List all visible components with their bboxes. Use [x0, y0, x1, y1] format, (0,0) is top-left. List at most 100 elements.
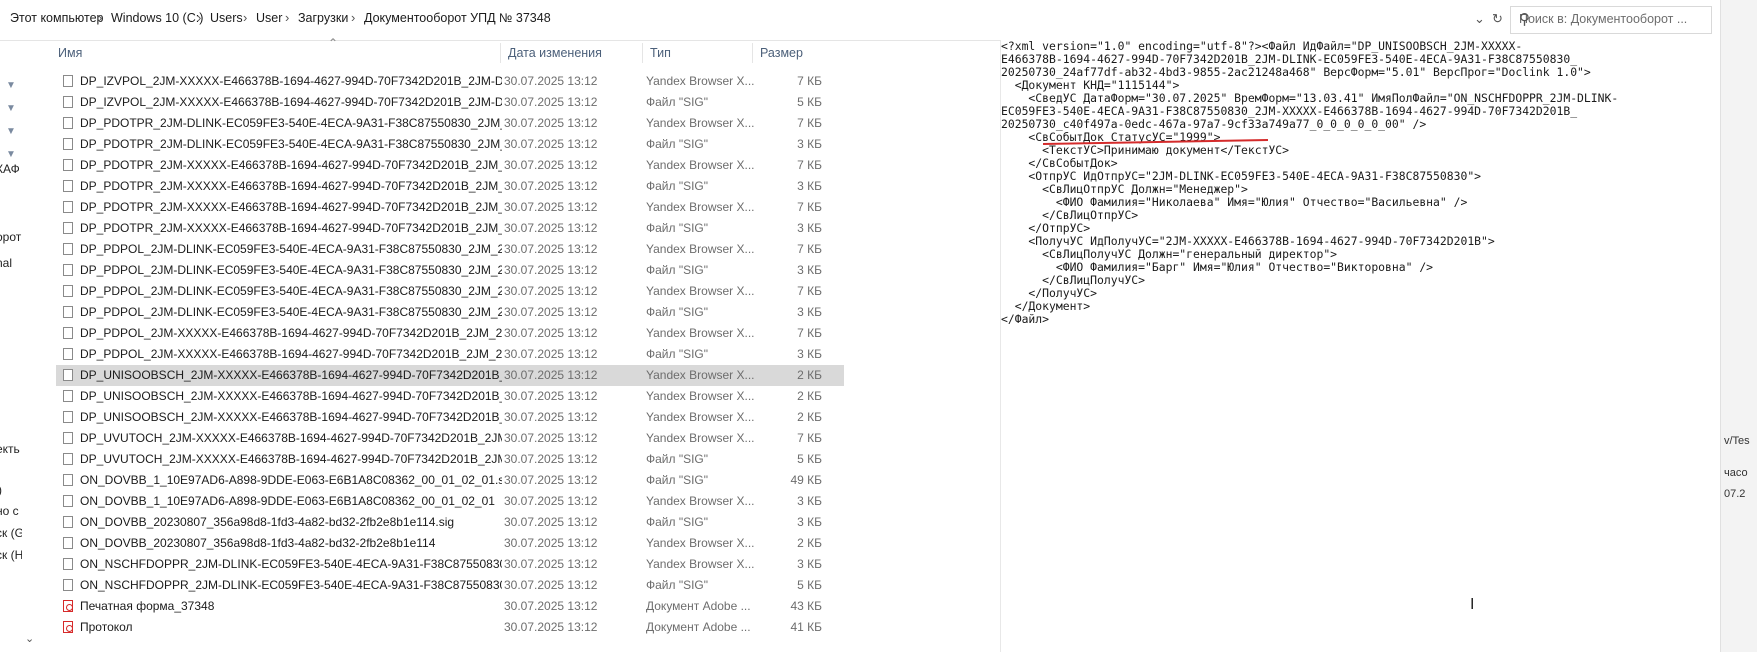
file-name: Печатная форма_37348 — [80, 599, 215, 613]
file-type: Yandex Browser X... — [646, 494, 755, 508]
file-size: 3 КБ — [797, 494, 822, 508]
file-date: 30.07.2025 13:12 — [504, 557, 598, 571]
file-size: 3 КБ — [797, 221, 822, 235]
navigation-pane[interactable]: ▼ ▼ ▼ ▼ КАФ орот nal екть ) но с ск (G с… — [0, 40, 22, 652]
column-divider[interactable] — [500, 43, 501, 63]
nav-item[interactable]: но с — [0, 504, 19, 518]
file-date: 30.07.2025 13:12 — [504, 284, 598, 298]
chevron-down-icon[interactable]: ⌄ — [25, 632, 34, 645]
file-row[interactable]: DP_PDOTPR_2JM-XXXXX-E466378B-1694-4627-9… — [56, 197, 844, 218]
file-row[interactable]: ON_NSCHFDOPPR_2JM-DLINK-EC059FE3-540E-4E… — [56, 554, 844, 575]
pin-icon[interactable]: ▼ — [6, 103, 16, 114]
file-row[interactable]: ON_DOVBB_1_10E97AD6-A898-9DDE-E063-E6B1A… — [56, 470, 844, 491]
file-row[interactable]: Протокол 30.07.2025 13:12 Документ Adobe .… — [56, 617, 844, 638]
file-type: Yandex Browser X... — [646, 200, 755, 214]
column-header-date[interactable]: Дата изменения — [508, 46, 602, 60]
file-type: Yandex Browser X... — [646, 116, 755, 130]
file-type: Yandex Browser X... — [646, 326, 755, 340]
breadcrumb-downloads[interactable]: Загрузки — [298, 11, 348, 25]
nav-item[interactable]: орот — [0, 230, 21, 244]
column-header-type[interactable]: Тип — [650, 46, 671, 60]
file-row[interactable]: DP_IZVPOL_2JM-XXXXX-E466378B-1694-4627-9… — [56, 71, 844, 92]
file-size: 5 КБ — [797, 452, 822, 466]
column-header-name[interactable]: Имя — [58, 46, 82, 60]
pin-icon[interactable]: ▼ — [6, 80, 16, 91]
file-row[interactable]: DP_PDOTPR_2JM-XXXXX-E466378B-1694-4627-9… — [56, 218, 844, 239]
nav-item[interactable]: ск (H — [0, 548, 22, 562]
nav-item[interactable]: ) — [0, 483, 2, 497]
refresh-icon[interactable]: ↻ — [1492, 11, 1503, 27]
breadcrumb-separator[interactable]: › — [243, 10, 247, 25]
breadcrumb-separator[interactable]: › — [98, 10, 102, 25]
file-row[interactable]: DP_UNISOOBSCH_2JM-XXXXX-E466378B-1694-46… — [56, 386, 844, 407]
file-row[interactable]: DP_PDPOL_2JM-XXXXX-E466378B-1694-4627-99… — [56, 344, 844, 365]
file-size: 7 КБ — [797, 116, 822, 130]
file-type: Файл "SIG" — [646, 473, 709, 487]
file-name: DP_PDPOL_2JM-DLINK-EC059FE3-540E-4ECA-9A… — [80, 242, 502, 256]
file-type: Файл "SIG" — [646, 452, 709, 466]
file-row[interactable]: DP_UNISOOBSCH_2JM-XXXXX-E466378B-1694-46… — [56, 407, 844, 428]
file-date: 30.07.2025 13:12 — [504, 599, 598, 613]
file-row[interactable]: DP_PDOTPR_2JM-DLINK-EC059FE3-540E-4ECA-9… — [56, 134, 844, 155]
file-name: ON_NSCHFDOPPR_2JM-DLINK-EC059FE3-540E-4E… — [80, 557, 502, 571]
file-row[interactable]: DP_PDPOL_2JM-DLINK-EC059FE3-540E-4ECA-9A… — [56, 239, 844, 260]
file-icon — [63, 453, 73, 465]
column-divider[interactable] — [752, 43, 753, 63]
breadcrumb-users[interactable]: Users — [210, 11, 243, 25]
file-size: 7 КБ — [797, 158, 822, 172]
file-icon — [63, 264, 73, 276]
breadcrumb-separator[interactable]: › — [285, 10, 289, 25]
search-icon[interactable]: ⚲ — [1519, 10, 1705, 28]
breadcrumb-this-pc[interactable]: Этот компьютер — [10, 11, 103, 25]
background-text: 07.2 — [1724, 488, 1746, 500]
file-row[interactable]: ON_DOVBB_20230807_356a98d8-1fd3-4a82-bd3… — [56, 533, 844, 554]
pin-icon[interactable]: ▼ — [6, 126, 16, 137]
file-row[interactable]: ON_DOVBB_1_10E97AD6-A898-9DDE-E063-E6B1A… — [56, 491, 844, 512]
column-header-size[interactable]: Размер — [760, 46, 803, 60]
file-row[interactable]: ON_NSCHFDOPPR_2JM-DLINK-EC059FE3-540E-4E… — [56, 575, 844, 596]
text-cursor-icon: I — [1470, 596, 1475, 613]
file-row[interactable]: DP_PDPOL_2JM-DLINK-EC059FE3-540E-4ECA-9A… — [56, 302, 844, 323]
file-type: Yandex Browser X... — [646, 158, 755, 172]
file-name: DP_PDOTPR_2JM-XXXXX-E466378B-1694-4627-9… — [80, 179, 502, 193]
file-row[interactable]: DP_UVUTOCH_2JM-XXXXX-E466378B-1694-4627-… — [56, 449, 844, 470]
chevron-down-icon[interactable]: ⌄ — [1474, 11, 1485, 27]
nav-item[interactable]: nal — [0, 256, 12, 270]
nav-item[interactable]: КАФ — [0, 162, 20, 176]
file-row[interactable]: DP_PDOTPR_2JM-XXXXX-E466378B-1694-4627-9… — [56, 155, 844, 176]
file-row[interactable]: DP_UVUTOCH_2JM-XXXXX-E466378B-1694-4627-… — [56, 428, 844, 449]
file-row[interactable]: Печатная форма_37348 30.07.2025 13:12 Доку… — [56, 596, 844, 617]
xml-file-icon — [63, 159, 73, 171]
file-row[interactable]: DP_PDOTPR_2JM-DLINK-EC059FE3-540E-4ECA-9… — [56, 113, 844, 134]
breadcrumb-user[interactable]: User — [256, 11, 282, 25]
column-divider[interactable] — [642, 43, 643, 63]
file-name: DP_PDPOL_2JM-XXXXX-E466378B-1694-4627-99… — [80, 326, 502, 340]
background-window-edge: v/Tes часо 07.2 — [1720, 0, 1757, 652]
file-date: 30.07.2025 13:12 — [504, 74, 598, 88]
breadcrumb-drive[interactable]: Windows 10 (C:) — [111, 11, 203, 25]
file-list[interactable]: DP_IZVPOL_2JM-XXXXX-E466378B-1694-4627-9… — [56, 71, 844, 638]
file-date: 30.07.2025 13:12 — [504, 389, 598, 403]
breadcrumb-separator[interactable]: › — [351, 10, 355, 25]
file-size: 3 КБ — [797, 515, 822, 529]
file-row[interactable]: DP_PDPOL_2JM-XXXXX-E466378B-1694-4627-99… — [56, 323, 844, 344]
file-type: Файл "SIG" — [646, 95, 709, 109]
breadcrumb-current-folder[interactable]: Документооборот УПД № 37348 — [364, 11, 551, 25]
breadcrumb-separator[interactable]: › — [197, 10, 201, 25]
file-row[interactable]: DP_IZVPOL_2JM-XXXXX-E466378B-1694-4627-9… — [56, 92, 844, 113]
xml-file-icon — [63, 411, 73, 423]
nav-item[interactable]: екть — [0, 442, 20, 456]
file-row[interactable]: DP_PDPOL_2JM-DLINK-EC059FE3-540E-4ECA-9A… — [56, 281, 844, 302]
file-row[interactable]: DP_UNISOOBSCH_2JM-XXXXX-E466378B-1694-46… — [56, 365, 844, 386]
pin-icon[interactable]: ▼ — [6, 149, 16, 160]
file-row[interactable]: DP_PDPOL_2JM-DLINK-EC059FE3-540E-4ECA-9A… — [56, 260, 844, 281]
address-bar[interactable]: Этот компьютер › Windows 10 (C:) › Users… — [0, 0, 1757, 41]
file-row[interactable]: DP_PDOTPR_2JM-XXXXX-E466378B-1694-4627-9… — [56, 176, 844, 197]
search-input[interactable]: Поиск в: Документооборот ... ⚲ — [1510, 6, 1712, 34]
pdf-file-icon — [63, 600, 73, 612]
file-type: Yandex Browser X... — [646, 536, 755, 550]
file-row[interactable]: ON_DOVBB_20230807_356a98d8-1fd3-4a82-bd3… — [56, 512, 844, 533]
file-date: 30.07.2025 13:12 — [504, 431, 598, 445]
nav-item[interactable]: ск (G — [0, 526, 22, 540]
file-type: Yandex Browser X... — [646, 284, 755, 298]
